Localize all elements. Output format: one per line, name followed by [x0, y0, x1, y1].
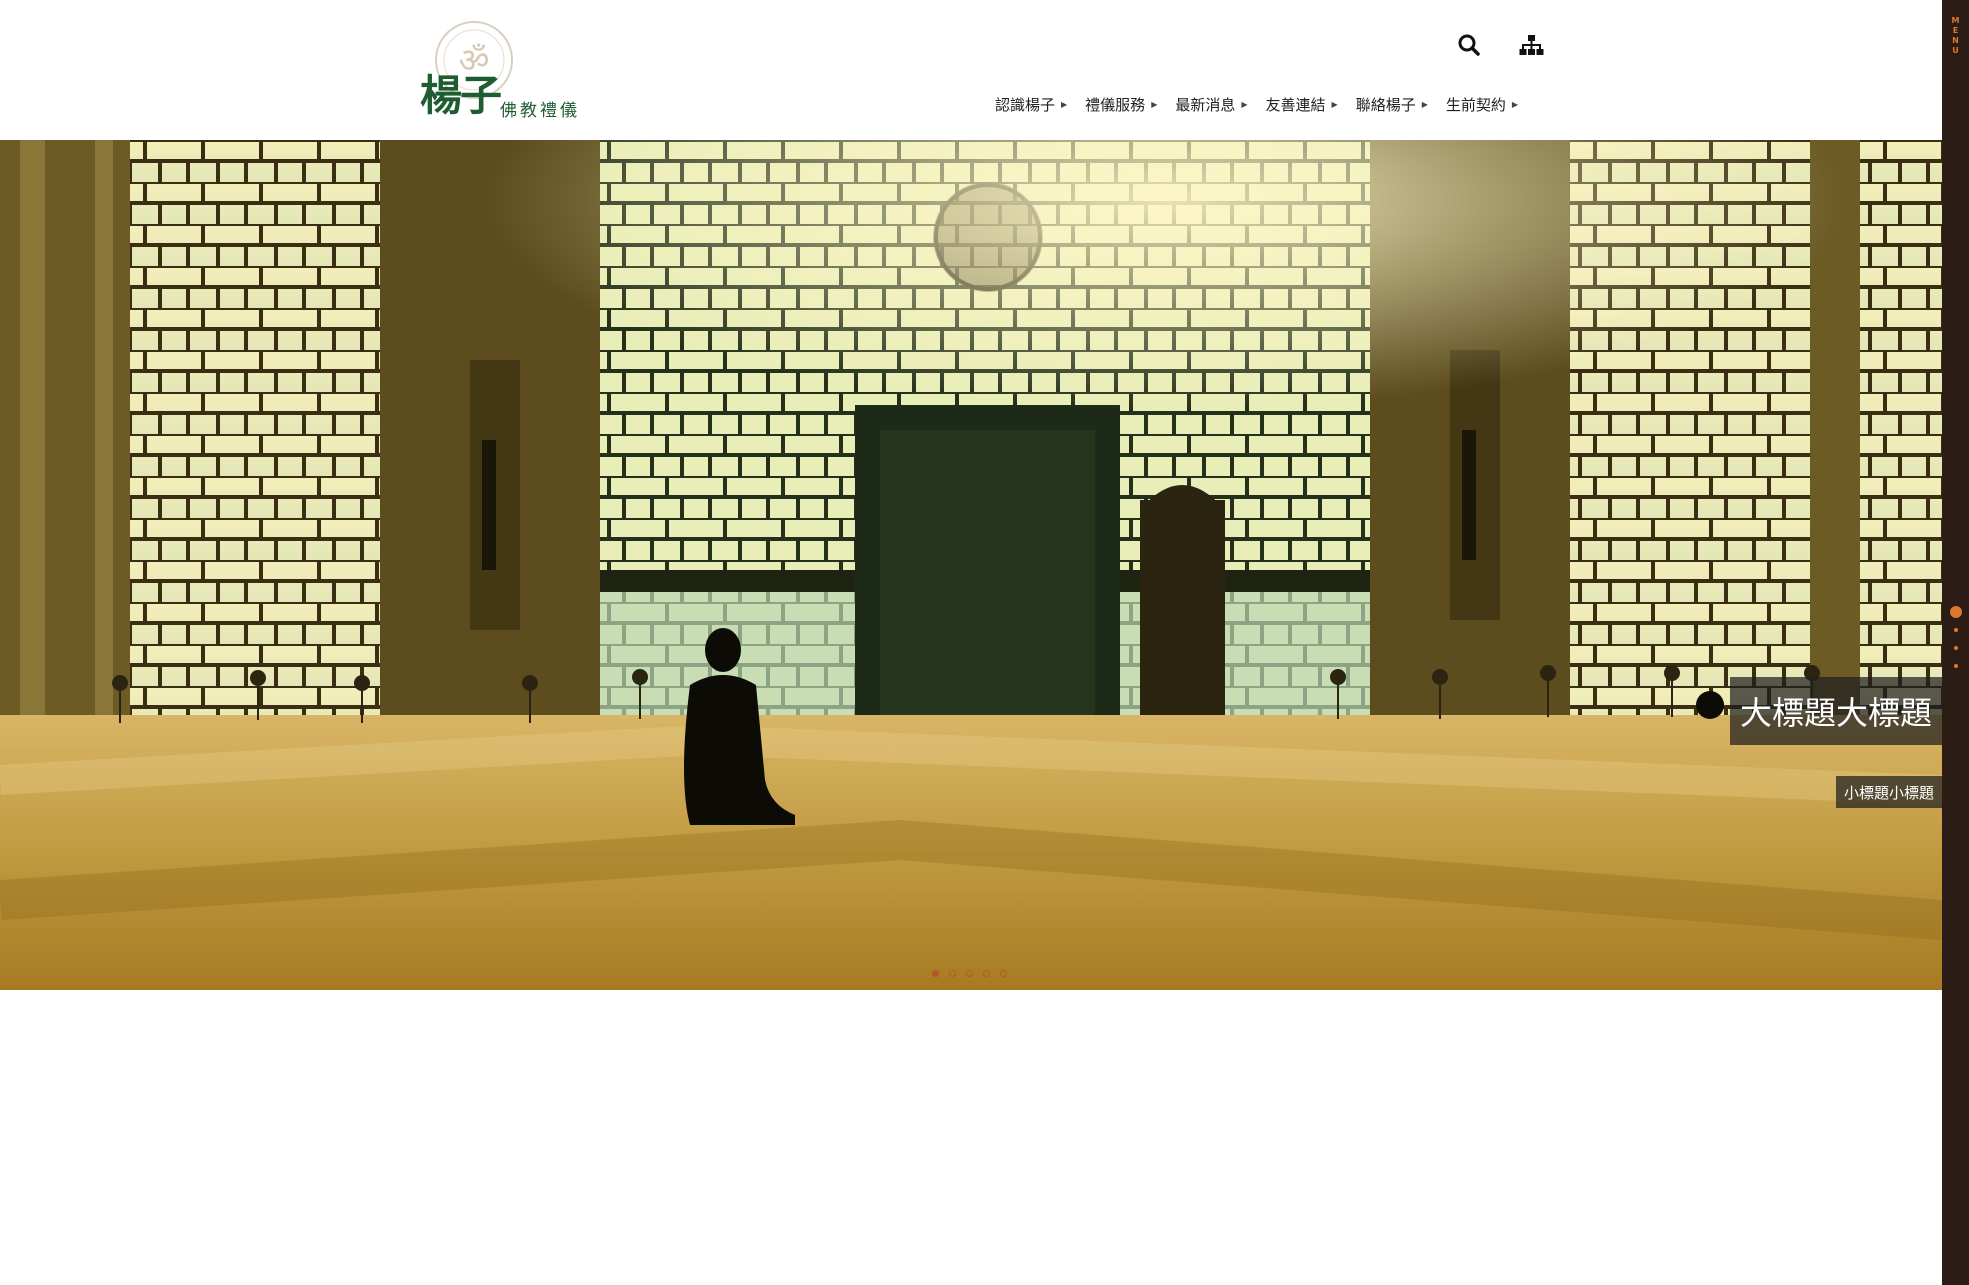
menu-letter: M [1951, 16, 1960, 25]
brand-name: 楊子 [420, 71, 502, 120]
caret-right-icon: ▶ [1511, 99, 1519, 109]
caret-right-icon: ▶ [1151, 99, 1158, 109]
nav-item-label: 生前契約 [1445, 95, 1506, 114]
hero-subtitle: 小標題小標題 [1835, 776, 1942, 808]
slide-dot[interactable] [983, 970, 990, 977]
caret-right-icon: ▶ [1331, 99, 1338, 109]
slide-dot[interactable] [1000, 970, 1007, 977]
section-dot[interactable] [1954, 628, 1958, 632]
search-icon [1458, 34, 1480, 56]
nav-item-links[interactable]: 友善連結 ▶ [1257, 92, 1347, 116]
nav-item-label: 禮儀服務 [1085, 95, 1146, 114]
nav-item-about[interactable]: 認識楊子 ▶ [986, 92, 1076, 116]
nav-item-contact[interactable]: 聯絡楊子 ▶ [1347, 92, 1437, 116]
section-dot[interactable] [1950, 606, 1962, 618]
site-logo[interactable]: ॐ 楊子 佛教禮儀 [420, 18, 580, 122]
caret-right-icon: ▶ [1241, 99, 1248, 109]
search-button[interactable] [1454, 30, 1484, 60]
section-dot[interactable] [1954, 664, 1958, 668]
nav-item-label: 最新消息 [1175, 95, 1236, 114]
hero-slider[interactable]: 大標題大標題 小標題小標題 [0, 140, 1942, 990]
main-nav: 認識楊子 ▶ 禮儀服務 ▶ 最新消息 ▶ 友善連結 ▶ 聯絡楊子 ▶ 生前契約 ▶ [986, 92, 1527, 116]
nav-item-news[interactable]: 最新消息 ▶ [1166, 92, 1256, 116]
section-dot[interactable] [1954, 646, 1958, 650]
site-header: ॐ 楊子 佛教禮儀 認識楊子 ▶ 禮儀服務 ▶ 最新消息 ▶ 友善連結 ▶ 聯絡… [0, 0, 1942, 140]
menu-letter: E [1952, 26, 1959, 35]
nav-item-label: 認識楊子 [995, 95, 1056, 114]
slide-dot[interactable] [966, 970, 973, 977]
menu-toggle[interactable]: M E N U [1942, 16, 1969, 56]
slide-dot[interactable] [949, 970, 956, 977]
hero-title: 大標題大標題 [1729, 677, 1942, 745]
brand-tagline: 佛教禮儀 [500, 101, 580, 121]
nav-item-label: 聯絡楊子 [1355, 95, 1416, 114]
caret-right-icon: ▶ [1061, 99, 1068, 109]
menu-letter: N [1952, 36, 1959, 45]
nav-item-preneed[interactable]: 生前契約 ▶ [1437, 92, 1527, 116]
nav-item-label: 友善連結 [1265, 95, 1326, 114]
section-nav [1949, 606, 1963, 682]
sitemap-button[interactable] [1516, 30, 1546, 60]
menu-letter: U [1952, 46, 1959, 55]
caret-right-icon: ▶ [1421, 99, 1428, 109]
hero-image [0, 140, 1942, 990]
sitemap-icon [1519, 35, 1544, 55]
nav-item-services[interactable]: 禮儀服務 ▶ [1076, 92, 1166, 116]
slider-pagination [932, 970, 1007, 977]
slide-dot[interactable] [932, 970, 939, 977]
side-panel: M E N U [1942, 0, 1969, 1285]
